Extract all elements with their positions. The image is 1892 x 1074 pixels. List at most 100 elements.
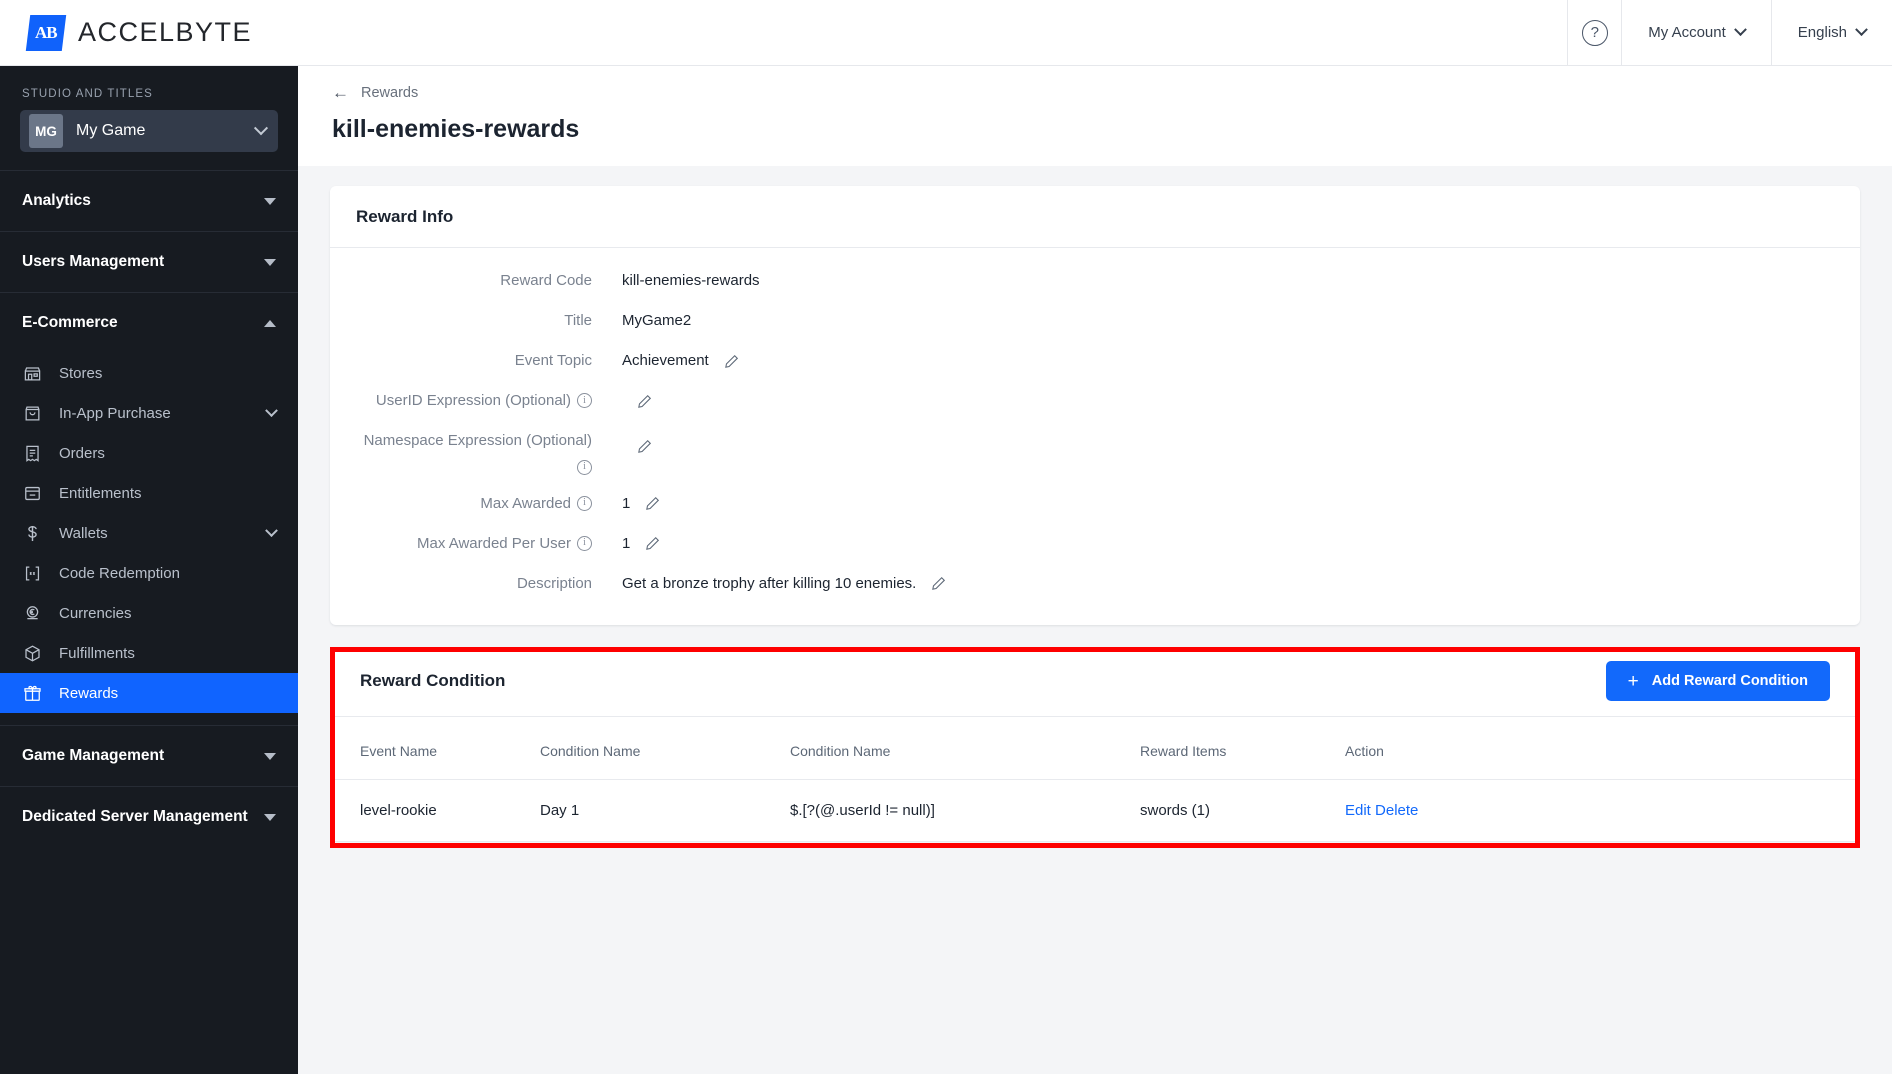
info-label-text: Reward Code xyxy=(500,272,592,289)
chevron-down-icon xyxy=(1733,23,1747,37)
sidebar-group-game-management[interactable]: Game Management xyxy=(0,726,298,786)
table-header-row: Event Name Condition Name Condition Name… xyxy=(330,716,1860,780)
sidebar-item-code-redemption[interactable]: Code Redemption xyxy=(0,553,298,593)
info-label: Event Topic xyxy=(356,350,622,372)
reward-info-title: Reward Info xyxy=(356,206,454,226)
column-header-condition-expression: Condition Name xyxy=(780,716,1130,780)
receipt-icon xyxy=(22,443,43,464)
info-value-text: MyGame2 xyxy=(622,312,692,329)
info-row-event-topic: Event Topic Achievement xyxy=(356,350,1834,372)
sidebar-group-label: Users Management xyxy=(22,253,165,270)
code-bracket-icon xyxy=(22,563,43,584)
sidebar-group-label: Dedicated Server Management xyxy=(22,808,248,825)
info-value: 1 xyxy=(622,493,661,515)
info-value-text: Achievement xyxy=(622,352,709,369)
edit-pencil-icon[interactable] xyxy=(930,575,947,592)
breadcrumb[interactable]: ← Rewards xyxy=(332,84,1858,101)
nav-section-ecommerce: E-Commerce Stores In-App Purchase Orders… xyxy=(0,292,298,725)
sidebar-item-label: Code Redemption xyxy=(59,564,180,582)
column-header-event-name: Event Name xyxy=(330,716,530,780)
my-account-menu[interactable]: My Account xyxy=(1621,0,1771,66)
nav-section-analytics: Analytics xyxy=(0,170,298,231)
edit-pencil-icon[interactable] xyxy=(723,353,740,370)
top-bar: AB ACCELBYTE ? My Account English xyxy=(0,0,1892,66)
info-value: MyGame2 xyxy=(622,310,691,332)
brand-logo[interactable]: AB ACCELBYTE xyxy=(0,14,253,51)
sidebar-item-label: Orders xyxy=(59,444,105,462)
help-glyph: ? xyxy=(1590,24,1599,41)
info-label: UserID Expression (Optional) i xyxy=(356,390,622,412)
sidebar: STUDIO AND TITLES MG My Game Analytics U… xyxy=(0,66,298,1074)
info-row-namespace-expression: Namespace Expression (Optional) i xyxy=(356,430,1834,475)
shopping-bag-icon xyxy=(22,403,43,424)
body-row: STUDIO AND TITLES MG My Game Analytics U… xyxy=(0,66,1892,1074)
info-row-title: Title MyGame2 xyxy=(356,310,1834,332)
sidebar-item-label: Rewards xyxy=(59,684,119,702)
sidebar-item-in-app-purchase[interactable]: In-App Purchase xyxy=(0,393,298,433)
sidebar-group-users-management[interactable]: Users Management xyxy=(0,232,298,292)
info-value: Achievement xyxy=(622,350,740,372)
main-content: ← Rewards kill-enemies-rewards Reward In… xyxy=(298,66,1892,1074)
info-tooltip-icon[interactable]: i xyxy=(577,393,592,408)
sidebar-item-stores[interactable]: Stores xyxy=(0,353,298,393)
sidebar-item-label: Fulfillments xyxy=(59,644,135,662)
column-header-condition-name: Condition Name xyxy=(530,716,780,780)
sidebar-group-label: Analytics xyxy=(22,192,91,209)
info-tooltip-icon[interactable]: i xyxy=(577,459,592,475)
info-row-max-awarded: Max Awarded i 1 xyxy=(356,493,1834,515)
sidebar-group-dedicated-server-management[interactable]: Dedicated Server Management xyxy=(0,787,298,847)
column-header-action: Action xyxy=(1335,716,1860,780)
app-root: AB ACCELBYTE ? My Account English STUDIO… xyxy=(0,0,1892,1074)
sidebar-item-entitlements[interactable]: Entitlements xyxy=(0,473,298,513)
sidebar-group-analytics[interactable]: Analytics xyxy=(0,171,298,231)
chevron-down-icon xyxy=(265,403,278,417)
brand-name: ACCELBYTE xyxy=(78,17,253,47)
sidebar-item-currencies[interactable]: Currencies xyxy=(0,593,298,633)
info-tooltip-icon[interactable]: i xyxy=(577,535,592,551)
sidebar-item-label: Entitlements xyxy=(59,484,142,502)
triangle-down-icon xyxy=(264,197,276,205)
sidebar-item-wallets[interactable]: Wallets xyxy=(0,513,298,553)
info-value: Get a bronze trophy after killing 10 ene… xyxy=(622,573,947,595)
edit-pencil-icon[interactable] xyxy=(644,495,661,512)
sidebar-item-fulfillments[interactable]: Fulfillments xyxy=(0,633,298,673)
store-icon xyxy=(22,363,43,384)
info-row-description: Description Get a bronze trophy after ki… xyxy=(356,573,1834,595)
nav-section-users-management: Users Management xyxy=(0,231,298,292)
edit-link[interactable]: Edit xyxy=(1345,802,1371,819)
table-body: level-rookie Day 1 $.[?(@.userId != null… xyxy=(330,779,1860,842)
cell-condition-name: Day 1 xyxy=(530,779,780,842)
info-label-text: Max Awarded Per User xyxy=(417,534,571,552)
add-reward-condition-button[interactable]: + Add Reward Condition xyxy=(1605,661,1830,701)
edit-pencil-icon[interactable] xyxy=(636,393,653,410)
game-name: My Game xyxy=(76,122,146,139)
sidebar-item-orders[interactable]: Orders xyxy=(0,433,298,473)
edit-pencil-icon[interactable] xyxy=(644,535,661,552)
sidebar-item-label: Wallets xyxy=(59,524,108,542)
info-tooltip-icon[interactable]: i xyxy=(577,495,592,511)
sidebar-group-ecommerce[interactable]: E-Commerce xyxy=(0,293,298,353)
info-row-userid-expression: UserID Expression (Optional) i xyxy=(356,390,1834,412)
cell-reward-items: swords (1) xyxy=(1130,779,1335,842)
sidebar-item-rewards[interactable]: Rewards xyxy=(0,673,298,713)
plus-icon: + xyxy=(1627,670,1639,692)
accelbyte-logo-icon: AB xyxy=(25,14,67,51)
help-button[interactable]: ? xyxy=(1567,0,1621,66)
info-value-text: kill-enemies-rewards xyxy=(622,272,760,289)
studio-titles-label: STUDIO AND TITLES xyxy=(22,88,153,100)
reward-condition-card: Reward Condition + Add Reward Condition … xyxy=(330,646,1860,842)
info-label-text: Description xyxy=(516,574,592,592)
delete-link[interactable]: Delete xyxy=(1375,802,1418,819)
triangle-down-icon xyxy=(264,813,276,821)
sidebar-item-label: In-App Purchase xyxy=(59,404,171,422)
edit-pencil-icon[interactable] xyxy=(636,438,653,455)
cell-condition-expression: $.[?(@.userId != null)] xyxy=(780,779,1130,842)
game-selector[interactable]: MG My Game xyxy=(20,110,278,152)
reward-condition-section: Reward Condition + Add Reward Condition … xyxy=(330,646,1860,848)
info-label-text: Event Topic xyxy=(514,352,592,369)
language-menu[interactable]: English xyxy=(1770,0,1892,66)
chevron-down-icon xyxy=(253,121,269,136)
info-value xyxy=(622,430,653,455)
cell-event-name: level-rookie xyxy=(330,779,530,842)
